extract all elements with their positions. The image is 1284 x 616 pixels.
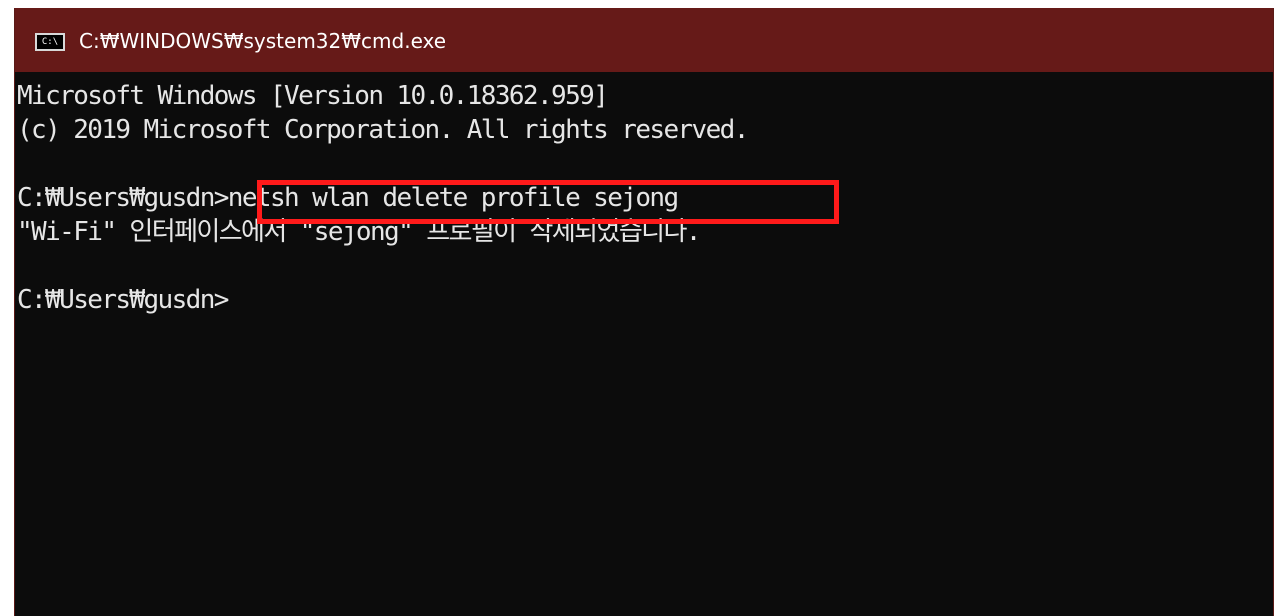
title-bar[interactable]: C:\ C:₩WINDOWS₩system32₩cmd.exe bbox=[15, 8, 1273, 72]
console-line-copyright: (c) 2019 Microsoft Corporation. All righ… bbox=[17, 115, 749, 145]
icon-label: C:\ bbox=[41, 36, 59, 47]
console-line-result: "Wi-Fi" 인터페이스에서 "sejong" 프로필이 삭제되었습니다. bbox=[17, 217, 701, 247]
console-line-command: C:₩Users₩gusdn>netsh wlan delete profile… bbox=[17, 183, 679, 213]
console-line-version: Microsoft Windows [Version 10.0.18362.95… bbox=[17, 81, 609, 111]
console-line-prompt[interactable]: C:₩Users₩gusdn> bbox=[17, 282, 229, 318]
cmd-window[interactable]: C:\ C:₩WINDOWS₩system32₩cmd.exe Microsof… bbox=[14, 8, 1274, 616]
command-prompt-icon: C:\ bbox=[35, 33, 65, 51]
console-output[interactable]: Microsoft Windows [Version 10.0.18362.95… bbox=[15, 78, 1273, 616]
window-title: C:₩WINDOWS₩system32₩cmd.exe bbox=[79, 29, 447, 53]
